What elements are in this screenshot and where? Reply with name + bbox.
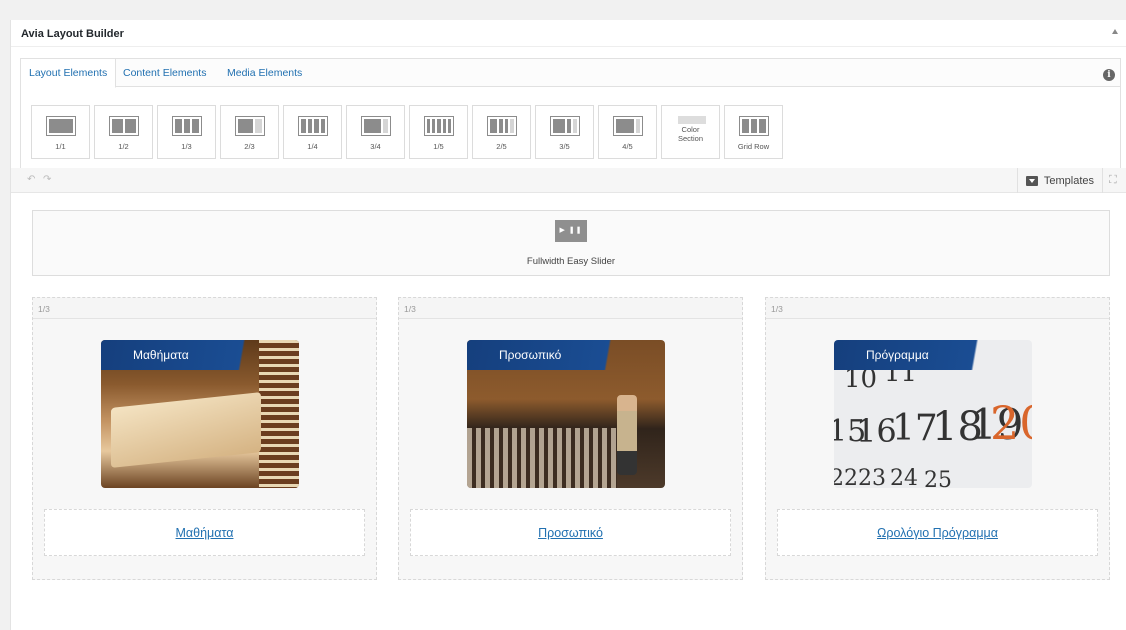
speaker xyxy=(617,395,637,475)
calendar-number: 24 xyxy=(890,466,918,488)
calendar-number: 17 xyxy=(892,408,938,449)
column-size: 1/3 xyxy=(771,304,783,314)
elements-panel: Layout Elements Content Elements Media E… xyxy=(20,58,1121,180)
templates-button[interactable]: Templates xyxy=(1016,168,1103,193)
builder-title: Avia Layout Builder xyxy=(21,28,124,40)
calendar-number: 25 xyxy=(924,468,952,488)
column-2-3-icon xyxy=(235,116,265,136)
column-1-5-icon xyxy=(424,116,454,136)
image-title: Μαθήματα xyxy=(133,348,189,362)
slider-label: Fullwidth Easy Slider xyxy=(526,256,616,267)
tab-media-elements[interactable]: Media Elements xyxy=(219,59,310,87)
column-1-1-icon xyxy=(46,116,76,136)
column-1-3-icon xyxy=(172,116,202,136)
collapse-arrow-icon[interactable] xyxy=(1112,29,1118,34)
text-block[interactable]: Ωρολόγιο Πρόγραμμα xyxy=(777,509,1098,556)
audience xyxy=(467,428,617,488)
element-label: 2/5 xyxy=(496,142,507,151)
tab-layout-elements[interactable]: Layout Elements xyxy=(21,59,117,88)
element-label: Grid Row xyxy=(737,142,770,151)
element-label: 3/5 xyxy=(559,142,570,151)
element-color-section[interactable]: Color Section xyxy=(661,105,720,159)
builder-canvas: ▶ ❚❚ Fullwidth Easy Slider 1/3 Μαθήματα … xyxy=(11,193,1126,630)
grid-row-icon xyxy=(739,116,769,136)
column-header: 1/3 xyxy=(766,298,1109,319)
column-4-5-icon xyxy=(613,116,643,136)
builder-toolbar: ↶ ↷ Templates ⛶ xyxy=(11,168,1126,193)
element-label: Color xyxy=(681,125,700,134)
calendar-number: 16 xyxy=(856,412,897,450)
calendar-number: 23 xyxy=(858,466,886,488)
column-header: 1/3 xyxy=(399,298,742,319)
tab-content-elements[interactable]: Content Elements xyxy=(115,59,214,87)
element-label: 1/3 xyxy=(181,142,192,151)
schedule-image[interactable]: 10 11 15 16 17 18 19 20 22 23 24 25 Πρόγ… xyxy=(834,340,1032,488)
element-label: 1/1 xyxy=(55,142,66,151)
column-header: 1/3 xyxy=(33,298,376,319)
element-grid-row[interactable]: Grid Row xyxy=(724,105,783,159)
schedule-link[interactable]: Ωρολόγιο Πρόγραμμα xyxy=(877,526,998,540)
calendar-number: 20 xyxy=(990,396,1032,450)
column-block-2[interactable]: 1/3 Προσωπικό Προσωπικό xyxy=(398,297,743,580)
tabs-row: Layout Elements Content Elements Media E… xyxy=(21,59,1120,88)
staff-image[interactable]: Προσωπικό xyxy=(467,340,665,488)
element-1-2[interactable]: 1/2 xyxy=(94,105,153,159)
courses-link[interactable]: Μαθήματα xyxy=(176,526,234,540)
calendar-number: 22 xyxy=(834,466,858,488)
courses-image[interactable]: Μαθήματα xyxy=(101,340,299,488)
column-size: 1/3 xyxy=(404,304,416,314)
open-book xyxy=(111,392,261,468)
text-block[interactable]: Προσωπικό xyxy=(410,509,731,556)
column-size: 1/3 xyxy=(38,304,50,314)
text-block[interactable]: Μαθήματα xyxy=(44,509,365,556)
column-2-5-icon xyxy=(487,116,517,136)
element-label: 1/2 xyxy=(118,142,129,151)
element-3-5[interactable]: 3/5 xyxy=(535,105,594,159)
column-3-4-icon xyxy=(361,116,391,136)
redo-icon[interactable]: ↷ xyxy=(43,174,51,185)
element-label: 1/4 xyxy=(307,142,318,151)
image-banner xyxy=(467,340,665,370)
column-1-2-icon xyxy=(109,116,139,136)
layout-builder-box: Avia Layout Builder Layout Elements Cont… xyxy=(10,20,1126,630)
image-banner xyxy=(834,340,1032,370)
element-1-5[interactable]: 1/5 xyxy=(409,105,468,159)
column-block-3[interactable]: 1/3 10 11 15 16 17 18 19 20 22 23 24 25 xyxy=(765,297,1110,580)
calendar: 10 11 15 16 17 18 19 20 22 23 24 25 xyxy=(834,358,1032,488)
element-4-5[interactable]: 4/5 xyxy=(598,105,657,159)
element-label: Section xyxy=(677,134,704,143)
element-1-4[interactable]: 1/4 xyxy=(283,105,342,159)
element-label: 2/3 xyxy=(244,142,255,151)
column-3-5-icon xyxy=(550,116,580,136)
image-title: Πρόγραμμα xyxy=(866,348,929,362)
fullwidth-easy-slider-block[interactable]: ▶ ❚❚ Fullwidth Easy Slider xyxy=(32,210,1110,276)
image-banner xyxy=(101,340,299,370)
element-1-1[interactable]: 1/1 xyxy=(31,105,90,159)
element-label: 3/4 xyxy=(370,142,381,151)
fullscreen-icon[interactable]: ⛶ xyxy=(1109,174,1121,186)
info-icon[interactable]: i xyxy=(1103,69,1115,81)
element-1-3[interactable]: 1/3 xyxy=(157,105,216,159)
column-1-4-icon xyxy=(298,116,328,136)
element-label: 4/5 xyxy=(622,142,633,151)
image-title: Προσωπικό xyxy=(499,348,562,362)
column-block-1[interactable]: 1/3 Μαθήματα Μαθήματα xyxy=(32,297,377,580)
staff-link[interactable]: Προσωπικό xyxy=(538,526,603,540)
element-3-4[interactable]: 3/4 xyxy=(346,105,405,159)
templates-label: Templates xyxy=(1043,174,1094,187)
element-2-3[interactable]: 2/3 xyxy=(220,105,279,159)
color-section-icon xyxy=(678,116,706,124)
slider-icon: ▶ ❚❚ xyxy=(555,220,587,242)
element-2-5[interactable]: 2/5 xyxy=(472,105,531,159)
builder-header[interactable]: Avia Layout Builder xyxy=(11,20,1126,47)
element-label: 1/5 xyxy=(433,142,444,151)
undo-icon[interactable]: ↶ xyxy=(27,174,35,185)
templates-icon xyxy=(1025,175,1038,186)
